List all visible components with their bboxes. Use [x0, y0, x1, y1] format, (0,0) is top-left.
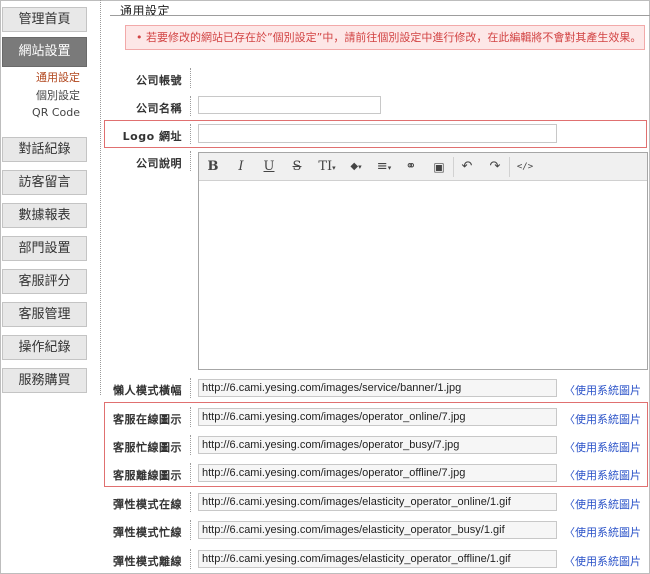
use-system-image-link[interactable]: 〈使用系統圖片 [564, 439, 641, 455]
sidebar-item-site-settings[interactable]: 網站設置 [2, 37, 87, 67]
image-row-label: 彈性模式離線 [113, 555, 182, 568]
row-separator [190, 407, 191, 427]
company-name-input[interactable] [198, 96, 381, 114]
rich-text-editor: B I U S TI▾ ◆▾ ≡▾ ⚭ ▣ ↶ ↷ </> [198, 152, 648, 370]
row-separator [190, 463, 191, 483]
text-color-glyph: ◆ [350, 161, 359, 172]
image-row-label: 懶人模式橫幅 [113, 384, 182, 397]
use-system-image-link[interactable]: 〈使用系統圖片 [564, 496, 641, 512]
sidebar-item-purchase[interactable]: 服務購買 [2, 368, 87, 393]
toolbar-divider [453, 157, 454, 177]
sidebar-item-reports[interactable]: 數據報表 [2, 203, 87, 228]
sidebar-item-operators[interactable]: 客服管理 [2, 302, 87, 327]
row-separator [190, 96, 191, 116]
align-icon[interactable]: ≡▾ [372, 158, 396, 176]
editor-content-area[interactable] [199, 182, 647, 369]
sidebar-subitem-qrcode[interactable]: QR Code [20, 106, 80, 120]
link-icon[interactable]: ⚭ [403, 158, 419, 176]
row-separator [190, 124, 191, 144]
elastic-busy-url-input[interactable]: http://6.cami.yesing.com/images/elastici… [198, 521, 557, 539]
company-description-label: 公司說明 [136, 157, 182, 170]
image-row-label: 客服忙線圖示 [113, 441, 182, 454]
italic-icon[interactable]: I [233, 158, 249, 176]
logo-url-input[interactable] [198, 124, 557, 143]
use-system-image-link[interactable]: 〈使用系統圖片 [564, 524, 641, 540]
company-account-label: 公司帳號 [136, 74, 182, 87]
row-separator [190, 492, 191, 512]
elastic-online-url-input[interactable]: http://6.cami.yesing.com/images/elastici… [198, 493, 557, 511]
text-size-icon[interactable]: TI▾ [316, 158, 338, 176]
undo-icon[interactable]: ↶ [459, 158, 475, 176]
sidebar-item-chat-records[interactable]: 對話紀錄 [2, 137, 87, 162]
row-separator [190, 68, 191, 88]
image-row-label: 客服在線圖示 [113, 413, 182, 426]
text-color-icon[interactable]: ◆▾ [345, 158, 367, 176]
company-name-label: 公司名稱 [136, 102, 182, 115]
strikethrough-icon[interactable]: S [289, 158, 305, 176]
sidebar-item-home[interactable]: 管理首頁 [2, 7, 87, 32]
image-row-label: 彈性模式忙線 [113, 526, 182, 539]
sidebar-divider [100, 0, 101, 395]
row-separator [190, 435, 191, 455]
sidebar-item-operation-log[interactable]: 操作紀錄 [2, 335, 87, 360]
bold-icon[interactable]: B [205, 158, 221, 176]
redo-icon[interactable]: ↷ [487, 158, 503, 176]
use-system-image-link[interactable]: 〈使用系統圖片 [564, 553, 641, 569]
align-glyph: ≡ [376, 159, 388, 174]
operator-offline-url-input[interactable]: http://6.cami.yesing.com/images/operator… [198, 464, 557, 482]
operator-busy-url-input[interactable]: http://6.cami.yesing.com/images/operator… [198, 436, 557, 454]
row-separator [190, 520, 191, 540]
underline-icon[interactable]: U [261, 158, 277, 176]
editor-toolbar: B I U S TI▾ ◆▾ ≡▾ ⚭ ▣ ↶ ↷ </> [199, 153, 647, 181]
image-row-label: 客服離線圖示 [113, 469, 182, 482]
row-separator [190, 549, 191, 569]
sidebar-subitem-individual[interactable]: 個別設定 [20, 89, 80, 103]
toolbar-divider [509, 157, 510, 177]
row-separator [190, 378, 191, 398]
banner-url-input[interactable]: http://6.cami.yesing.com/images/service/… [198, 379, 557, 397]
page-title: 通用設定 [120, 4, 171, 18]
sidebar-item-departments[interactable]: 部門設置 [2, 236, 87, 261]
image-row-label: 彈性模式在線 [113, 498, 182, 511]
logo-url-label: Logo 網址 [122, 130, 182, 143]
sidebar-subitem-general[interactable]: 通用設定 [20, 71, 80, 85]
use-system-image-link[interactable]: 〈使用系統圖片 [564, 411, 641, 427]
sidebar-item-visitor-messages[interactable]: 訪客留言 [2, 170, 87, 195]
use-system-image-link[interactable]: 〈使用系統圖片 [564, 382, 641, 398]
notice-banner: • 若要修改的網站已存在於”個別設定”中，請前往個別設定中進行修改，在此編輯將不… [125, 25, 645, 50]
row-separator [190, 151, 191, 171]
sidebar-item-ratings[interactable]: 客服評分 [2, 269, 87, 294]
sidebar: 管理首頁 網站設置 通用設定 個別設定 QR Code 對話紀錄 訪客留言 數據… [0, 0, 100, 574]
title-divider [110, 15, 650, 16]
image-icon[interactable]: ▣ [431, 158, 447, 176]
code-view-icon[interactable]: </> [515, 158, 535, 176]
elastic-offline-url-input[interactable]: http://6.cami.yesing.com/images/elastici… [198, 550, 557, 568]
text-size-glyph: TI [318, 159, 333, 174]
use-system-image-link[interactable]: 〈使用系統圖片 [564, 467, 641, 483]
operator-online-url-input[interactable]: http://6.cami.yesing.com/images/operator… [198, 408, 557, 426]
